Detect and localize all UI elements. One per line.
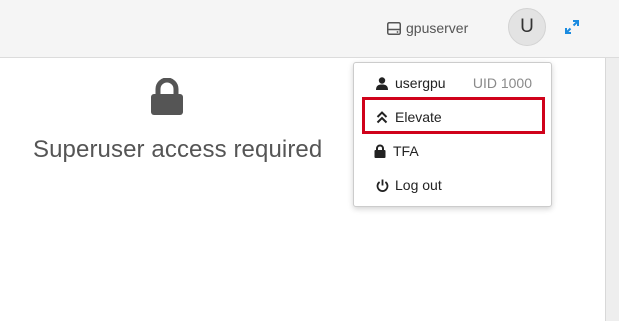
expand-icon[interactable] (563, 18, 581, 36)
lock-icon (373, 144, 387, 158)
menu-item-logout[interactable]: Log out (354, 170, 551, 200)
scrollbar[interactable] (605, 58, 619, 321)
user-uid: UID 1000 (472, 75, 532, 91)
menu-item-user[interactable]: usergpu UID 1000 (354, 68, 551, 98)
menu-item-logout-label: Log out (395, 177, 442, 193)
top-bar: gpuserver U (0, 0, 619, 58)
user-avatar-button[interactable]: U (508, 8, 546, 46)
menu-item-tfa[interactable]: TFA (354, 136, 551, 166)
menu-item-tfa-label: TFA (393, 143, 419, 159)
page-title: Superuser access required (33, 136, 323, 163)
power-icon (375, 178, 389, 192)
server-indicator[interactable]: gpuserver (387, 18, 468, 38)
menu-item-user-label: usergpu (395, 75, 446, 91)
user-dropdown-menu: usergpu UID 1000 Elevate TFA Log out (353, 62, 552, 207)
user-icon (375, 76, 389, 90)
server-icon (387, 21, 401, 35)
server-name: gpuserver (406, 20, 469, 36)
menu-item-elevate-label: Elevate (395, 109, 442, 125)
page: gpuserver U Superuser access required us… (0, 0, 619, 321)
menu-item-elevate[interactable]: Elevate (354, 102, 551, 132)
avatar-initial: U (520, 16, 534, 37)
lock-icon (149, 77, 185, 116)
chevrons-up-icon (375, 110, 389, 124)
